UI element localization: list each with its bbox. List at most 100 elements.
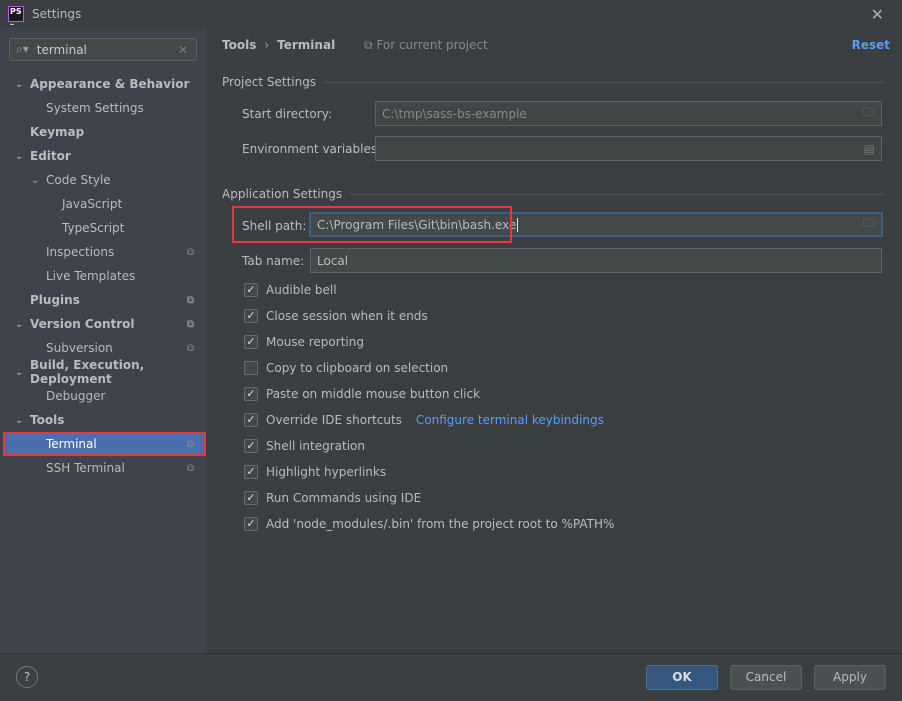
tree-item[interactable]: ⌄ Build, Execution, Deployment [0,358,206,386]
breadcrumb-tools: Tools [222,38,257,52]
checkbox-label: Copy to clipboard on selection [266,361,449,375]
help-button[interactable]: ? [16,666,38,688]
configure-keybindings-link[interactable]: Configure terminal keybindings [416,413,604,427]
copy-icon: ⧉ [186,342,194,354]
clear-icon[interactable]: ✕ [178,43,188,57]
tree-item[interactable]: ⌄ Appearance & Behavior [0,72,206,96]
checkbox[interactable]: ✓ [244,517,258,531]
cancel-button[interactable]: Cancel [730,665,802,690]
checkbox[interactable]: ✓ [244,439,258,453]
folder-icon[interactable]: 🗀 [863,103,875,124]
tree-item-label: Tools [30,413,65,427]
tree-item[interactable]: Live Templates [0,264,206,288]
checkbox-label: Close session when it ends [266,309,428,323]
tree-item-label: Live Templates [46,269,136,283]
checkbox[interactable] [244,361,258,375]
tree-item[interactable]: System Settings [0,96,206,120]
checkbox-row[interactable]: ✓ Paste on middle mouse button click [244,384,480,404]
footer: ? OK Cancel Apply [0,653,902,701]
highlight-box [232,206,512,243]
chevron-down-icon[interactable]: ⌄ [31,175,39,186]
checkbox[interactable]: ✓ [244,335,258,349]
tab-name-field[interactable]: Local [310,248,882,273]
tree-item[interactable]: SSH Terminal ⧉ [0,456,206,480]
checkbox-label: Override IDE shortcuts [266,413,402,427]
checkbox-label: Audible bell [266,283,337,297]
tree-item[interactable]: ⌄ Code Style [0,168,206,192]
tree-item[interactable]: Inspections ⧉ [0,240,206,264]
checkbox[interactable]: ✓ [244,283,258,297]
checkbox-row[interactable]: ✓ Shell integration [244,436,365,456]
search-input[interactable] [36,42,167,57]
tree-item-label: Debugger [46,389,106,403]
close-icon[interactable]: ✕ [871,5,884,24]
checkbox-row[interactable]: Copy to clipboard on selection [244,358,448,378]
checkbox[interactable]: ✓ [244,465,258,479]
tree-item[interactable]: Plugins ⧉ [0,288,206,312]
copy-icon: ⧉ [364,38,377,52]
chevron-down-icon[interactable]: ⌄ [15,367,23,378]
chevron-down-icon[interactable]: ⌄ [15,319,23,330]
checkbox-label: Shell integration [266,439,366,453]
tree-item[interactable]: Subversion ⧉ [0,336,206,360]
tree-item-label: Version Control [30,317,135,331]
checkbox-row[interactable]: ✓ Run Commands using IDE [244,488,421,508]
checkbox-label: Highlight hyperlinks [266,465,387,479]
checkbox-row[interactable]: ✓ Highlight hyperlinks [244,462,386,482]
tree-item[interactable]: ⌄ Editor [0,144,206,168]
checkbox-row[interactable]: ✓ Override IDE shortcuts Configure termina… [244,410,604,430]
tree-item-label: Code Style [46,173,111,187]
env-variables-field[interactable]: ▤ [375,136,882,161]
main-panel: Tools › Terminal ⧉ For current project Res… [206,28,902,653]
ok-button[interactable]: OK [646,665,718,690]
tree-item[interactable]: JavaScript [0,192,206,216]
sidebar: ⌕▾ ✕ ⌄ Appearance & Behavior System Settin… [0,28,206,653]
checkbox[interactable]: ✓ [244,413,258,427]
tree-item[interactable]: ⌄ Tools [0,408,206,432]
start-directory-field[interactable]: C:\tmp\sass-bs-example 🗀 [375,101,882,126]
tree-item-label: Keymap [30,125,85,139]
chevron-down-icon[interactable]: ⌄ [15,415,23,426]
checkbox-row[interactable]: ✓ Close session when it ends [244,306,428,326]
tree-item[interactable]: Terminal ⧉ [3,432,206,456]
breadcrumb: Tools › Terminal [222,38,336,52]
scope-text: For current project [376,38,488,52]
tree-item-label: SSH Terminal [46,461,125,475]
copy-icon: ⧉ [186,318,194,330]
checkbox[interactable]: ✓ [244,491,258,505]
checkbox[interactable]: ✓ [244,387,258,401]
checkbox-label: Add 'node_modules/.bin' from the project… [266,517,615,531]
tree-item-label: Inspections [46,245,115,259]
checkbox[interactable]: ✓ [244,309,258,323]
tree-item-label: Editor [30,149,71,163]
reset-link[interactable]: Reset [852,38,890,52]
search-box[interactable]: ⌕▾ ✕ [9,38,197,61]
tree-item[interactable]: Keymap [0,120,206,144]
tree-item[interactable]: ⌄ Version Control ⧉ [0,312,206,336]
search-icon: ⌕▾ [16,42,29,56]
section-title: Project Settings [222,75,317,89]
chevron-down-icon[interactable]: ⌄ [15,151,23,162]
document-icon[interactable]: ▤ [864,142,875,156]
copy-icon: ⧉ [186,462,194,474]
copy-icon: ⧉ [186,294,194,306]
tree-item-label: Subversion [46,341,113,355]
chevron-down-icon[interactable]: ⌄ [15,79,23,90]
apply-button[interactable]: Apply [814,665,886,690]
tree-item[interactable]: TypeScript [0,216,206,240]
tree-item-label: TypeScript [62,221,125,235]
tree-item-label: Appearance & Behavior [30,77,190,91]
app-logo: PS _ [8,6,24,25]
checkbox-row[interactable]: ✓ Audible bell [244,280,337,300]
folder-icon[interactable]: 🗀 [863,214,875,235]
tab-name-label: Tab name: [242,254,305,268]
scope-label: ⧉ For current project [364,38,488,53]
tree-item-label: System Settings [46,101,144,115]
window-title: Settings [32,7,82,21]
tree-item[interactable]: Debugger [0,384,206,408]
checkbox-row[interactable]: ✓ Add 'node_modules/.bin' from the projec… [244,514,614,534]
start-directory-value: C:\tmp\sass-bs-example [382,106,527,121]
checkbox-row[interactable]: ✓ Mouse reporting [244,332,364,352]
tree-item-label: Plugins [30,293,80,307]
checkbox-label: Run Commands using IDE [266,491,422,505]
